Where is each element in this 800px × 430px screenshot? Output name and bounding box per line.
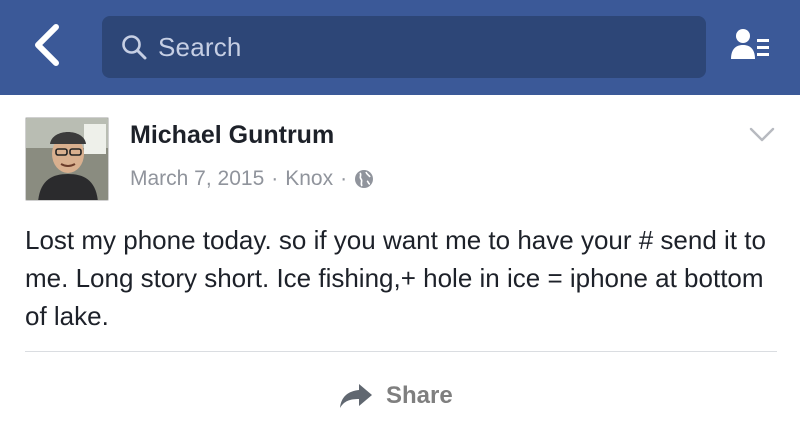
share-arrow-icon (336, 381, 376, 411)
search-icon (120, 33, 148, 61)
post-meta: March 7, 2015 · Knox · (130, 167, 374, 191)
post-options-button[interactable] (744, 123, 780, 151)
author-name[interactable]: Michael Guntrum (130, 121, 334, 150)
chevron-down-icon (748, 126, 776, 149)
post-text: Lost my phone today. so if you want me t… (25, 225, 766, 331)
top-bar: Search (0, 0, 800, 95)
chevron-left-icon (32, 23, 62, 72)
friend-requests-button[interactable] (720, 20, 780, 74)
search-field[interactable]: Search (102, 16, 706, 78)
post-location[interactable]: Knox (285, 167, 333, 191)
avatar[interactable] (25, 117, 109, 201)
meta-separator: · (340, 167, 348, 190)
post-date[interactable]: March 7, 2015 (130, 167, 264, 191)
back-button[interactable] (22, 22, 72, 72)
globe-icon (354, 169, 374, 189)
friend-requests-icon (730, 25, 770, 70)
share-label: Share (386, 382, 453, 409)
divider (25, 351, 777, 352)
post-card: Michael Guntrum March 7, 2015 · Knox · L… (0, 95, 800, 430)
share-button[interactable]: Share (336, 375, 453, 417)
search-placeholder: Search (158, 31, 242, 62)
meta-separator: · (271, 167, 279, 190)
